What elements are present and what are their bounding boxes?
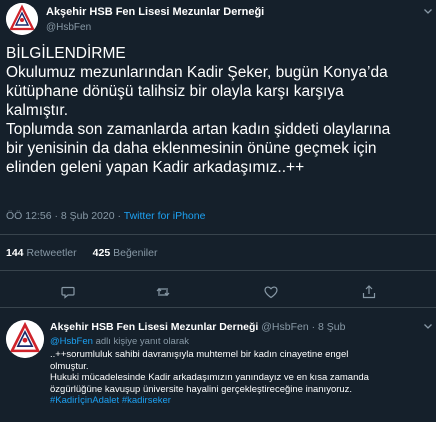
reply-line: özgürlüğüne kavuşup üniversite hayalini … bbox=[50, 383, 353, 395]
tweet-line: BİLGİLENDİRME bbox=[6, 45, 126, 62]
reply-hashtags[interactable]: #KadirİçinAdalet #kadirseker bbox=[50, 395, 434, 407]
divider bbox=[0, 234, 436, 235]
heart-icon[interactable] bbox=[263, 284, 279, 300]
tweet-actions bbox=[0, 284, 436, 300]
share-icon[interactable] bbox=[361, 284, 377, 300]
replying-to-handle[interactable]: @HsbFen bbox=[50, 336, 93, 347]
chevron-down-icon[interactable] bbox=[423, 321, 433, 331]
retweets-label: Retweetler bbox=[26, 247, 77, 259]
reply-text: ..++sorumluluk sahibi davranışıyla muhte… bbox=[50, 349, 434, 407]
replying-to-suffix: adlı kişiye yanıt olarak bbox=[95, 336, 190, 347]
tweet-source-link[interactable]: Twitter for iPhone bbox=[124, 210, 206, 222]
avatar[interactable] bbox=[6, 3, 38, 35]
reply-line: ..++sorumluluk sahibi davranışıyla muhte… bbox=[50, 349, 349, 360]
reply-avatar[interactable] bbox=[6, 320, 44, 358]
tweet-line: kalmıştır. bbox=[6, 102, 69, 119]
divider bbox=[0, 270, 436, 271]
retweets-stat[interactable]: 144 Retweetler bbox=[6, 247, 77, 259]
tweet-line: elinden geleni yapan Kadir arkadaşımız..… bbox=[6, 159, 305, 176]
reply-line: Hukuki mücadelesinde Kadir arkadaşımızın… bbox=[50, 372, 369, 383]
user-handle[interactable]: @HsbFen bbox=[46, 22, 91, 33]
tweet-text: BİLGİLENDİRME Okulumuz mezunlarından Kad… bbox=[6, 44, 434, 177]
school-logo-icon bbox=[6, 320, 44, 358]
display-name[interactable]: Akşehir HSB Fen Lisesi Mezunlar Derneği bbox=[46, 6, 264, 18]
retweets-count: 144 bbox=[6, 247, 24, 259]
reply-header: Akşehir HSB Fen Lisesi Mezunlar Derneği … bbox=[50, 321, 345, 333]
replying-to: @HsbFen adlı kişiye yanıt olarak bbox=[50, 336, 189, 347]
reply-icon[interactable] bbox=[60, 284, 76, 300]
likes-count: 425 bbox=[92, 247, 111, 259]
tweet-line: Okulumuz mezunlarından Kadir Şeker, bugü… bbox=[6, 64, 388, 81]
tweet-line: kütüphane dönüşü talihsiz bir olayla kar… bbox=[6, 83, 344, 100]
likes-label: Beğeniler bbox=[113, 247, 158, 259]
tweet-line: bir yenisinin da daha eklenmesinin önüne… bbox=[6, 140, 377, 157]
chevron-down-icon[interactable] bbox=[423, 6, 433, 16]
likes-stat[interactable]: 425 Beğeniler bbox=[93, 247, 158, 259]
reply-line: olmuştur. bbox=[50, 360, 89, 372]
reply-display-name[interactable]: Akşehir HSB Fen Lisesi Mezunlar Derneği bbox=[50, 321, 258, 333]
tweet-line: Toplumda son zamanlarda artan kadın şidd… bbox=[6, 121, 391, 138]
school-logo-icon bbox=[6, 3, 38, 35]
tweet-timestamp[interactable]: ÖÖ 12:56 · 8 Şub 2020 · bbox=[6, 210, 121, 222]
reply-handle-date[interactable]: @HsbFen · 8 Şub bbox=[261, 321, 345, 333]
retweet-icon[interactable] bbox=[155, 284, 171, 300]
tweet-meta: ÖÖ 12:56 · 8 Şub 2020 · Twitter for iPho… bbox=[6, 210, 205, 222]
divider bbox=[0, 307, 436, 308]
tweet-stats: 144 Retweetler 425 Beğeniler bbox=[6, 247, 157, 259]
